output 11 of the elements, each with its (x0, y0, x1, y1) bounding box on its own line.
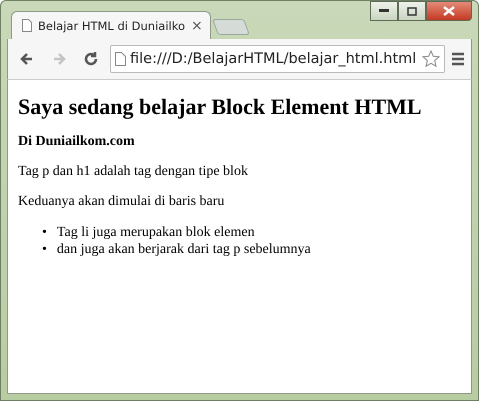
address-field[interactable]: file:///D:/BelajarHTML/belajar_html.html (110, 45, 445, 73)
bullet: • (42, 241, 47, 258)
paragraph: Tag p dan h1 adalah tag dengan tipe blok (18, 164, 249, 180)
subheading: Di Duniailkom.com (18, 134, 136, 150)
page-heading: Saya sedang belajar Block Element HTML (18, 94, 423, 120)
browser-tab[interactable]: Belajar HTML di Duniailko × (11, 11, 211, 39)
paragraph: Keduanya akan dimulai di baris baru (18, 194, 226, 210)
list-item: dan juga akan berjarak dari tag p sebelumnya (56, 241, 311, 258)
tab-close-button[interactable]: × (191, 18, 203, 34)
bullet: • (42, 224, 47, 241)
list-item: Tag li juga merupakan blok elemen (56, 224, 255, 241)
